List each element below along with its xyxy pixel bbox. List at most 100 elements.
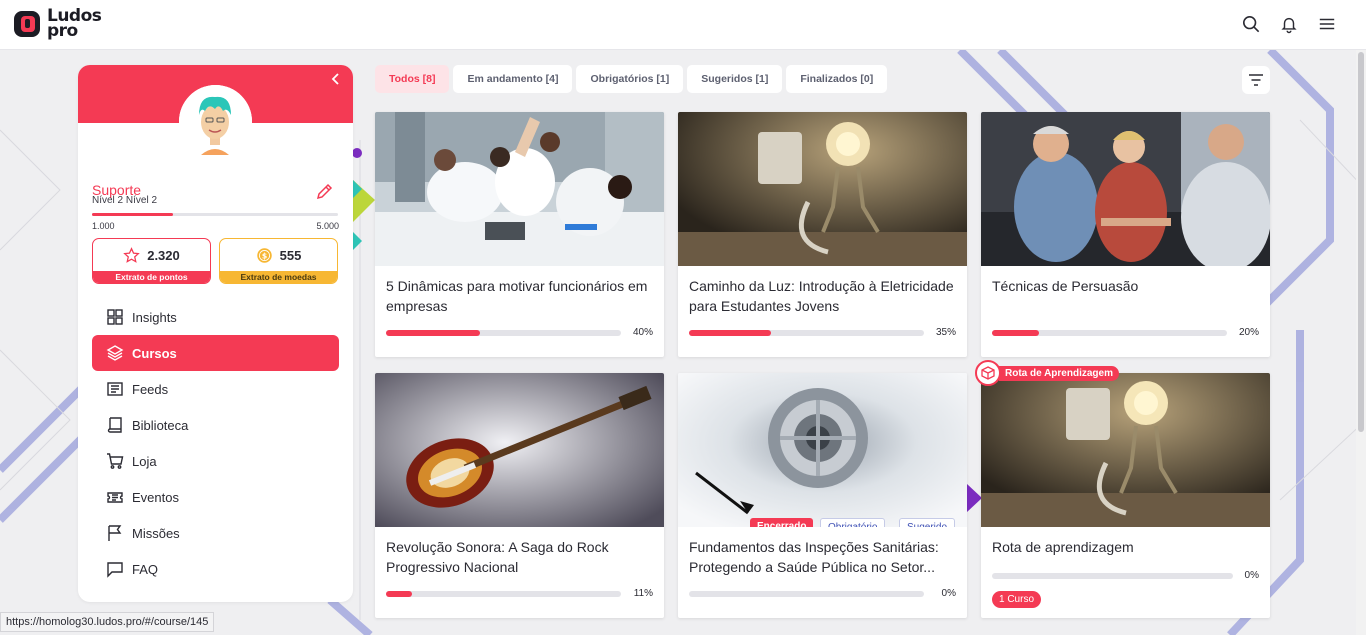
points-card[interactable]: 2.320 Extrato de pontos [92, 238, 211, 284]
course-title: Caminho da Luz: Introdução à Eletricidad… [689, 278, 954, 314]
ludos-logo-icon [14, 11, 40, 37]
sidebar-item-missoes[interactable]: Missões [92, 515, 339, 551]
lightbulb-figure-photo [981, 373, 1270, 527]
course-thumbnail [375, 112, 664, 266]
ticket-icon [107, 492, 123, 503]
course-card[interactable]: Revolução Sonora: A Saga do Rock Progres… [375, 373, 664, 618]
course-progress-fill [992, 330, 1039, 336]
course-filter-tabs: Todos [8] Em andamento [4] Obrigatórios … [375, 65, 888, 93]
course-title: Revolução Sonora: A Saga do Rock Progres… [386, 539, 609, 575]
header-actions [1242, 14, 1336, 34]
course-card[interactable]: Encerrado Obrigatório Sugerido Fundament… [678, 373, 967, 618]
sidebar-nav: Insights Cursos Feeds Biblioteca Loja Ev… [92, 299, 339, 587]
avatar-illustration [179, 85, 252, 158]
lightbulb-figure-photo [678, 112, 967, 266]
scrollbar-thumb[interactable] [1358, 52, 1364, 432]
course-progress-fill [386, 330, 480, 336]
top-bar: Ludos pro [0, 0, 1366, 50]
star-icon [123, 247, 141, 263]
tab-finalizados[interactable]: Finalizados [0] [786, 65, 888, 93]
learning-path-tag: Rota de Aprendizagem [975, 360, 1119, 386]
course-progress-fill [386, 591, 412, 597]
drain-photo [678, 373, 967, 527]
profile-sidebar: Suporte Nível 2 Nível 2 1.000 5.000 2.32… [78, 65, 353, 602]
filter-button[interactable] [1242, 66, 1270, 94]
coins-card[interactable]: $ 555 Extrato de moedas [219, 238, 338, 284]
course-title: Fundamentos das Inspeções Sanitárias: Pr… [689, 539, 939, 575]
course-card[interactable]: 5 Dinâmicas para motivar funcionários em… [375, 112, 664, 357]
ludos-logo[interactable]: Ludos pro [13, 6, 113, 42]
tab-obrigatorios[interactable]: Obrigatórios [1] [576, 65, 684, 93]
sidebar-item-label: Loja [132, 453, 157, 469]
status-bar-url: https://homolog30.ludos.pro/#/course/145 [0, 612, 215, 632]
pencil-icon[interactable] [315, 183, 333, 201]
points-value: 2.320 [147, 248, 180, 263]
course-progress-percent: 0% [1244, 570, 1259, 581]
cube-icon [981, 366, 995, 380]
sidebar-item-label: Insights [132, 309, 177, 325]
cart-icon [107, 453, 124, 469]
chat-icon [107, 562, 123, 578]
xp-max: 5.000 [316, 221, 339, 231]
bell-icon[interactable] [1280, 14, 1298, 34]
tab-todos[interactable]: Todos [8] [375, 65, 450, 93]
points-label: Extrato de pontos [93, 271, 210, 283]
page-scrollbar[interactable] [1356, 50, 1366, 635]
status-badge-suggested: Sugerido [899, 518, 956, 527]
tab-em-andamento[interactable]: Em andamento [4] [453, 65, 573, 93]
course-progress-bar [992, 573, 1233, 579]
course-card[interactable]: Caminho da Luz: Introdução à Eletricidad… [678, 112, 967, 357]
newspaper-icon [107, 382, 123, 396]
course-title: Rota de aprendizagem [992, 539, 1134, 555]
sidebar-item-label: Cursos [132, 345, 177, 361]
course-card[interactable]: Técnicas de Persuasão 20% [981, 112, 1270, 357]
course-card[interactable]: Rota de aprendizagem 0% 1 Curso [981, 373, 1270, 618]
course-progress-percent: 40% [632, 327, 653, 338]
course-title: 5 Dinâmicas para motivar funcionários em… [386, 278, 648, 314]
tab-sugeridos[interactable]: Sugeridos [1] [687, 65, 783, 93]
course-title: Técnicas de Persuasão [992, 278, 1139, 294]
xp-min: 1.000 [92, 221, 115, 231]
course-thumbnail [678, 112, 967, 266]
sidebar-item-label: Eventos [132, 489, 179, 505]
course-thumbnail [981, 112, 1270, 266]
sidebar-item-label: Missões [132, 525, 180, 541]
course-progress-bar [689, 591, 924, 597]
xp-progress-bar [92, 213, 338, 216]
course-count-pill: 1 Curso [992, 591, 1042, 608]
sidebar-item-eventos[interactable]: Eventos [92, 479, 339, 515]
course-progress-bar [689, 330, 924, 336]
menu-icon[interactable] [1318, 14, 1336, 34]
sidebar-item-label: FAQ [132, 561, 159, 577]
course-progress-percent: 11% [633, 588, 653, 599]
xp-progress-fill [92, 213, 174, 216]
search-icon[interactable] [1242, 14, 1260, 34]
coins-label: Extrato de moedas [220, 271, 337, 283]
sidebar-item-biblioteca[interactable]: Biblioteca [92, 407, 339, 443]
points-value-row: 2.320 [93, 247, 210, 264]
course-thumbnail [981, 373, 1270, 527]
course-progress-bar [386, 330, 621, 336]
sidebar-item-insights[interactable]: Insights [92, 299, 339, 335]
course-thumbnail: Encerrado Obrigatório Sugerido [678, 373, 967, 527]
course-progress-bar [386, 591, 621, 597]
status-badge-mandatory: Obrigatório [820, 518, 886, 527]
filter-icon [1249, 74, 1263, 86]
chevron-left-icon[interactable] [329, 72, 343, 86]
sidebar-item-faq[interactable]: FAQ [92, 551, 339, 587]
business-handshake-photo [981, 112, 1270, 266]
learning-path-label: Rota de Aprendizagem [999, 365, 1119, 381]
avatar[interactable] [179, 85, 252, 158]
logo-text: Ludos pro [47, 8, 102, 40]
sidebar-item-feeds[interactable]: Feeds [92, 371, 339, 407]
sidebar-item-cursos[interactable]: Cursos [92, 335, 339, 371]
cube-icon-wrap [975, 360, 1001, 386]
coin-icon: $ [256, 248, 272, 263]
sidebar-item-loja[interactable]: Loja [92, 443, 339, 479]
svg-text:$: $ [261, 251, 266, 260]
course-progress-percent: 35% [935, 327, 956, 338]
sidebar-item-label: Biblioteca [132, 417, 189, 433]
course-progress-bar [992, 330, 1227, 336]
course-progress-fill [689, 330, 772, 336]
coins-value-row: $ 555 [220, 247, 337, 264]
